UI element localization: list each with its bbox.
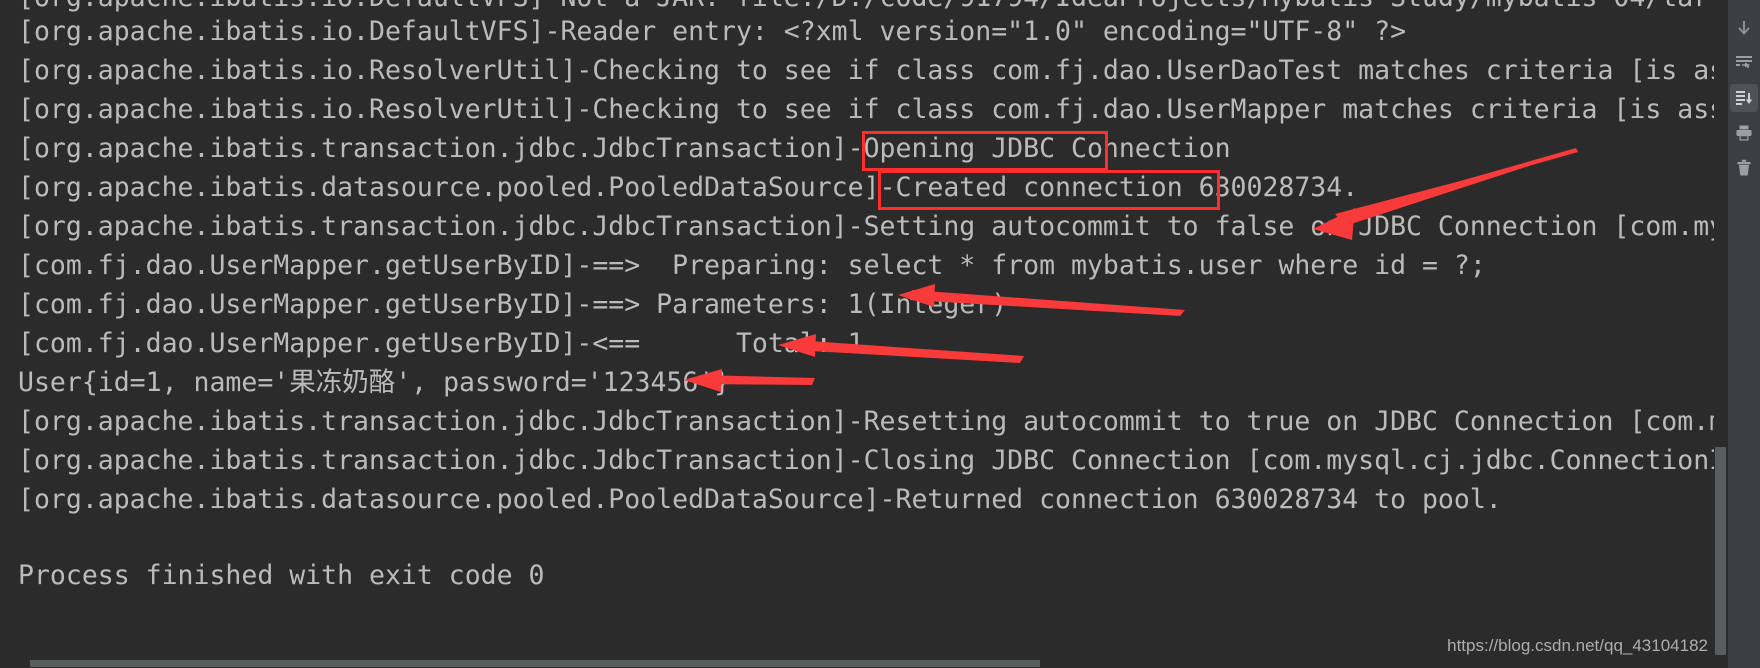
print-button[interactable] [1730,119,1758,147]
vertical-scrollbar-thumb[interactable] [1715,447,1726,655]
console-line: [org.apache.ibatis.datasource.pooled.Poo… [18,172,1359,203]
console-line: [org.apache.ibatis.transaction.jdbc.Jdbc… [18,133,1231,164]
console-toolbar [1727,0,1760,668]
trash-icon [1734,158,1754,178]
console-line: [org.apache.ibatis.datasource.pooled.Poo… [18,484,1502,515]
scroll-to-end-button[interactable] [1730,14,1758,42]
console-line: [com.fj.dao.UserMapper.getUserByID]-==> … [18,250,1486,281]
soft-wrap-icon [1734,53,1754,73]
console-output-area[interactable]: [org.apache.ibatis.io.DefaultVFS]-Not a … [0,0,1714,660]
console-line: [org.apache.ibatis.transaction.jdbc.Jdbc… [18,211,1714,242]
printer-icon [1734,123,1754,143]
scroll-to-end-toggle-button[interactable] [1730,84,1758,112]
console-line: [org.apache.ibatis.transaction.jdbc.Jdbc… [18,406,1714,437]
console-line: [org.apache.ibatis.io.DefaultVFS]-Reader… [18,16,1407,47]
clear-all-button[interactable] [1730,154,1758,182]
horizontal-scrollbar-thumb[interactable] [30,660,1040,667]
console-line: [org.apache.ibatis.transaction.jdbc.Jdbc… [18,445,1714,476]
console-line: [com.fj.dao.UserMapper.getUserByID]-<== … [18,328,864,359]
console-line: [org.apache.ibatis.io.ResolverUtil]-Chec… [18,94,1714,125]
console-window: [org.apache.ibatis.io.DefaultVFS]-Not a … [0,0,1760,668]
soft-wrap-button[interactable] [1730,49,1758,77]
console-line: [com.fj.dao.UserMapper.getUserByID]-==> … [18,289,1008,320]
down-arrow-icon [1734,18,1754,38]
console-line: Process finished with exit code 0 [18,560,545,591]
watermark-text: https://blog.csdn.net/qq_43104182 [1447,636,1708,655]
console-line: User{id=1, name='果冻奶酪', password='123456… [18,367,731,398]
scroll-to-end-icon [1734,88,1754,108]
console-line: [org.apache.ibatis.io.ResolverUtil]-Chec… [18,55,1714,86]
